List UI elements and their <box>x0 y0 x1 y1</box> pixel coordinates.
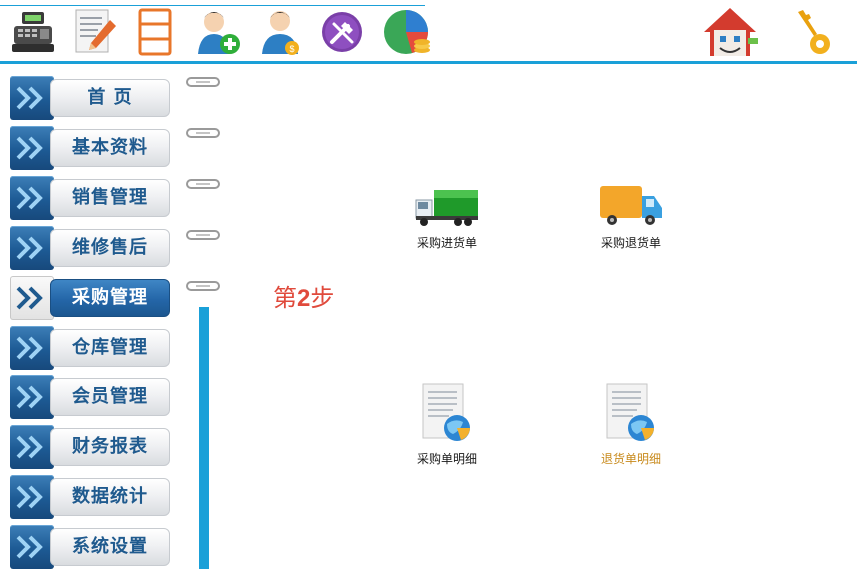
menu-item-finance[interactable]: 财务报表 <box>10 425 170 469</box>
tile-purchase-in[interactable]: 采购进货单 <box>392 186 502 251</box>
binder-ring-icon <box>186 77 220 87</box>
menu-item-label: 首 页 <box>50 79 170 117</box>
home-icon[interactable] <box>700 6 760 58</box>
tile-purchase-detail[interactable]: 采购单明细 <box>392 382 502 467</box>
binder-ring-icon <box>186 179 220 189</box>
menu-item-label: 维修售后 <box>50 229 170 267</box>
double-chevron-icon <box>10 126 54 170</box>
binder-ring-icon <box>186 281 220 291</box>
double-chevron-icon <box>10 375 54 419</box>
active-section-bar <box>199 307 209 569</box>
menu-item-purchase[interactable]: 采购管理 <box>10 276 170 320</box>
menu-item-warehouse[interactable]: 仓库管理 <box>10 326 170 370</box>
menu-item-label: 数据统计 <box>50 478 170 516</box>
tile-caption: 采购退货单 <box>600 236 661 250</box>
step-suffix: 步 <box>310 284 335 312</box>
menu-item-label: 基本资料 <box>50 129 170 167</box>
svg-text:$: $ <box>289 44 294 54</box>
menu-item-label: 采购管理 <box>50 279 170 317</box>
menu-item-label: 财务报表 <box>50 428 170 466</box>
user-money-icon[interactable]: $ <box>256 6 306 58</box>
menu-item-label: 销售管理 <box>50 179 170 217</box>
menu-item-label: 系统设置 <box>50 528 170 566</box>
tile-caption: 退货单明细 <box>600 452 661 466</box>
double-chevron-icon <box>10 475 54 519</box>
top-toolbar: $ <box>0 0 857 64</box>
binder-ring-icon <box>186 128 220 138</box>
pie-chart-icon[interactable] <box>382 6 432 58</box>
double-chevron-icon <box>10 425 54 469</box>
document-globe-icon <box>606 383 654 441</box>
tile-caption: 采购进货单 <box>416 236 477 250</box>
menu-item-basic-info[interactable]: 基本资料 <box>10 126 170 170</box>
binder-ring-icon <box>186 230 220 240</box>
menu-item-settings[interactable]: 系统设置 <box>10 525 170 569</box>
double-chevron-icon <box>10 326 54 370</box>
toolbar-bottom-line <box>0 61 857 64</box>
menu-item-members[interactable]: 会员管理 <box>10 375 170 419</box>
double-chevron-icon <box>10 176 54 220</box>
tile-caption: 采购单明细 <box>416 452 477 466</box>
archive-icon[interactable] <box>130 6 180 58</box>
green-truck-icon <box>415 190 478 226</box>
menu-item-repair[interactable]: 维修售后 <box>10 226 170 270</box>
menu-item-home[interactable]: 首 页 <box>10 76 170 120</box>
step-prefix: 第 <box>273 284 297 312</box>
cash-register-icon[interactable] <box>8 6 58 58</box>
orange-truck-icon <box>600 186 662 225</box>
step-number: 2 <box>297 285 311 312</box>
key-icon[interactable] <box>790 6 840 58</box>
document-globe-icon <box>422 383 470 441</box>
add-user-icon[interactable] <box>194 6 244 58</box>
step-indicator: 第2步 <box>273 278 334 313</box>
double-chevron-icon <box>10 276 54 320</box>
tile-return-detail[interactable]: 退货单明细 <box>576 382 686 467</box>
tools-icon[interactable] <box>318 6 368 58</box>
edit-document-icon[interactable] <box>70 6 120 58</box>
double-chevron-icon <box>10 76 54 120</box>
double-chevron-icon <box>10 525 54 569</box>
menu-item-statistics[interactable]: 数据统计 <box>10 475 170 519</box>
menu-item-sales[interactable]: 销售管理 <box>10 176 170 220</box>
menu-item-label: 仓库管理 <box>50 329 170 367</box>
double-chevron-icon <box>10 226 54 270</box>
menu-item-label: 会员管理 <box>50 378 170 416</box>
tile-purchase-return[interactable]: 采购退货单 <box>576 182 686 251</box>
